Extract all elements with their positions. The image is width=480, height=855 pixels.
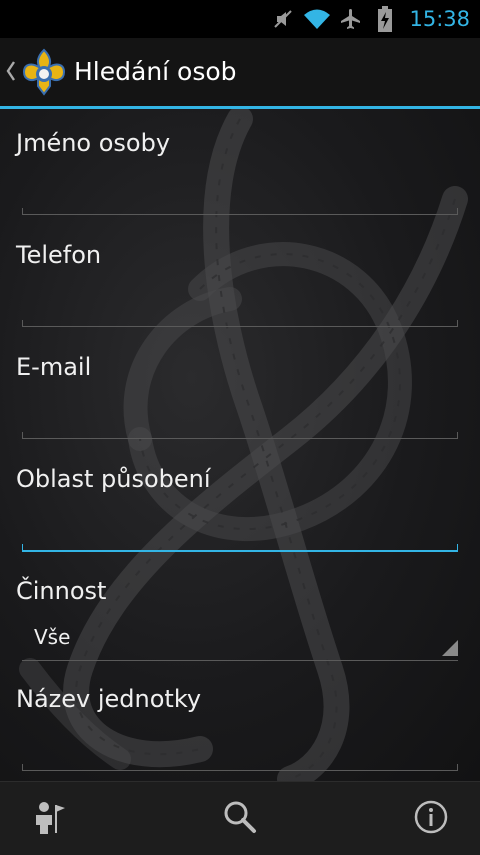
scout-person-button[interactable] [0,782,100,855]
email-input[interactable] [22,405,458,435]
phone-input[interactable] [22,293,458,323]
airplane-icon [337,5,365,33]
info-icon [414,800,448,838]
name-input[interactable] [22,181,458,211]
spinner-arrow-icon [442,640,458,660]
scout-lily-logo[interactable] [20,48,68,96]
bottom-action-bar [0,781,480,855]
area-input-underline [22,544,458,552]
wifi-icon [303,5,331,33]
scout-person-icon [32,799,68,839]
phone-label: Telefon [16,241,102,269]
name-label: Jméno osoby [16,129,171,157]
status-bar: 15:38 [0,0,480,38]
search-icon [222,799,258,839]
name-input-underline [22,208,458,215]
area-input[interactable] [22,517,458,547]
activity-selected-value: Vše [34,625,71,649]
phone-input-underline [22,320,458,327]
activity-spinner[interactable]: Vše [22,619,458,661]
search-form: Jméno osoby Telefon E-mail Oblast působe… [0,109,480,781]
unit-input-underline [22,764,458,771]
action-bar: Hledání osob [0,38,480,109]
activity-spinner-underline [22,660,458,661]
back-chevron-icon[interactable] [6,60,16,86]
unit-label: Název jednotky [16,685,202,713]
email-label: E-mail [16,353,92,381]
mute-icon [269,5,297,33]
email-input-underline [22,432,458,439]
unit-input[interactable] [22,737,458,767]
battery-charging-icon [371,5,399,33]
status-time: 15:38 [409,7,470,31]
info-button[interactable] [381,782,480,855]
activity-label: Činnost [16,577,107,605]
search-button[interactable] [190,782,290,855]
area-label: Oblast působení [16,465,211,493]
page-title: Hledání osob [74,57,237,86]
